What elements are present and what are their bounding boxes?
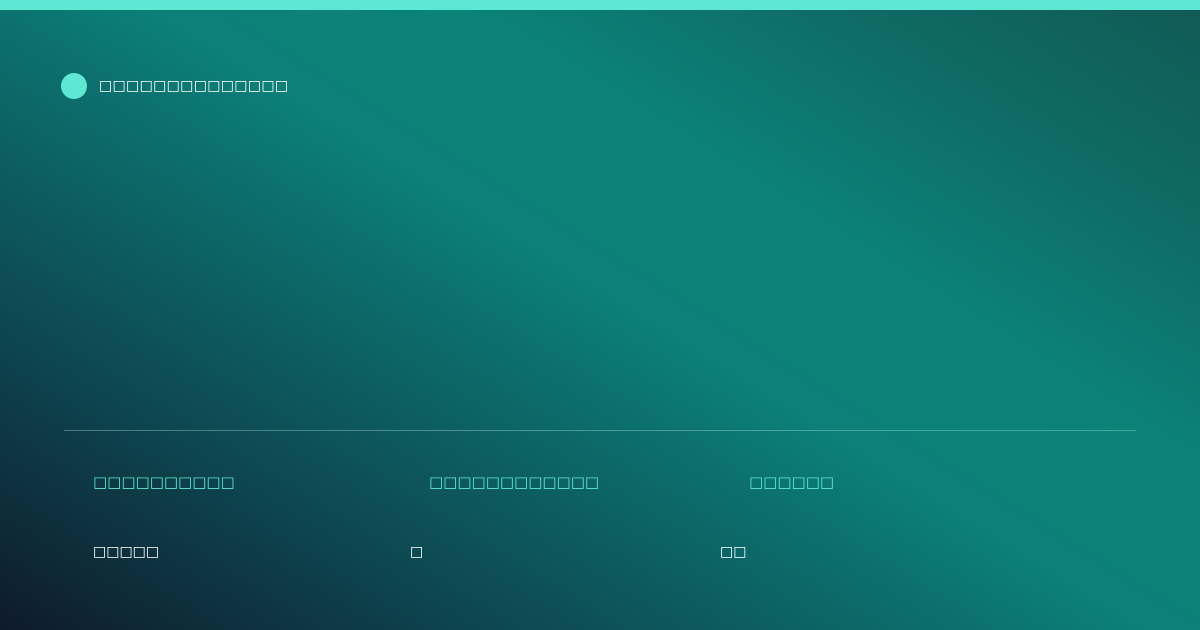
stat-value-2: □ bbox=[410, 544, 424, 560]
stat-label-3: □□□□□□ bbox=[749, 473, 835, 491]
stat-value-3: □□ bbox=[720, 544, 747, 560]
brand-name: □□□□□□□□□□□□□□ bbox=[99, 78, 289, 94]
top-accent-bar bbox=[0, 0, 1200, 10]
stat-label-2: □□□□□□□□□□□□ bbox=[429, 473, 600, 491]
stat-value-1: □□□□□ bbox=[93, 544, 160, 560]
brand-logo-dot bbox=[61, 73, 87, 99]
brand-header: □□□□□□□□□□□□□□ bbox=[61, 73, 288, 99]
stat-label-1: □□□□□□□□□□ bbox=[93, 473, 235, 491]
section-divider bbox=[64, 430, 1136, 431]
